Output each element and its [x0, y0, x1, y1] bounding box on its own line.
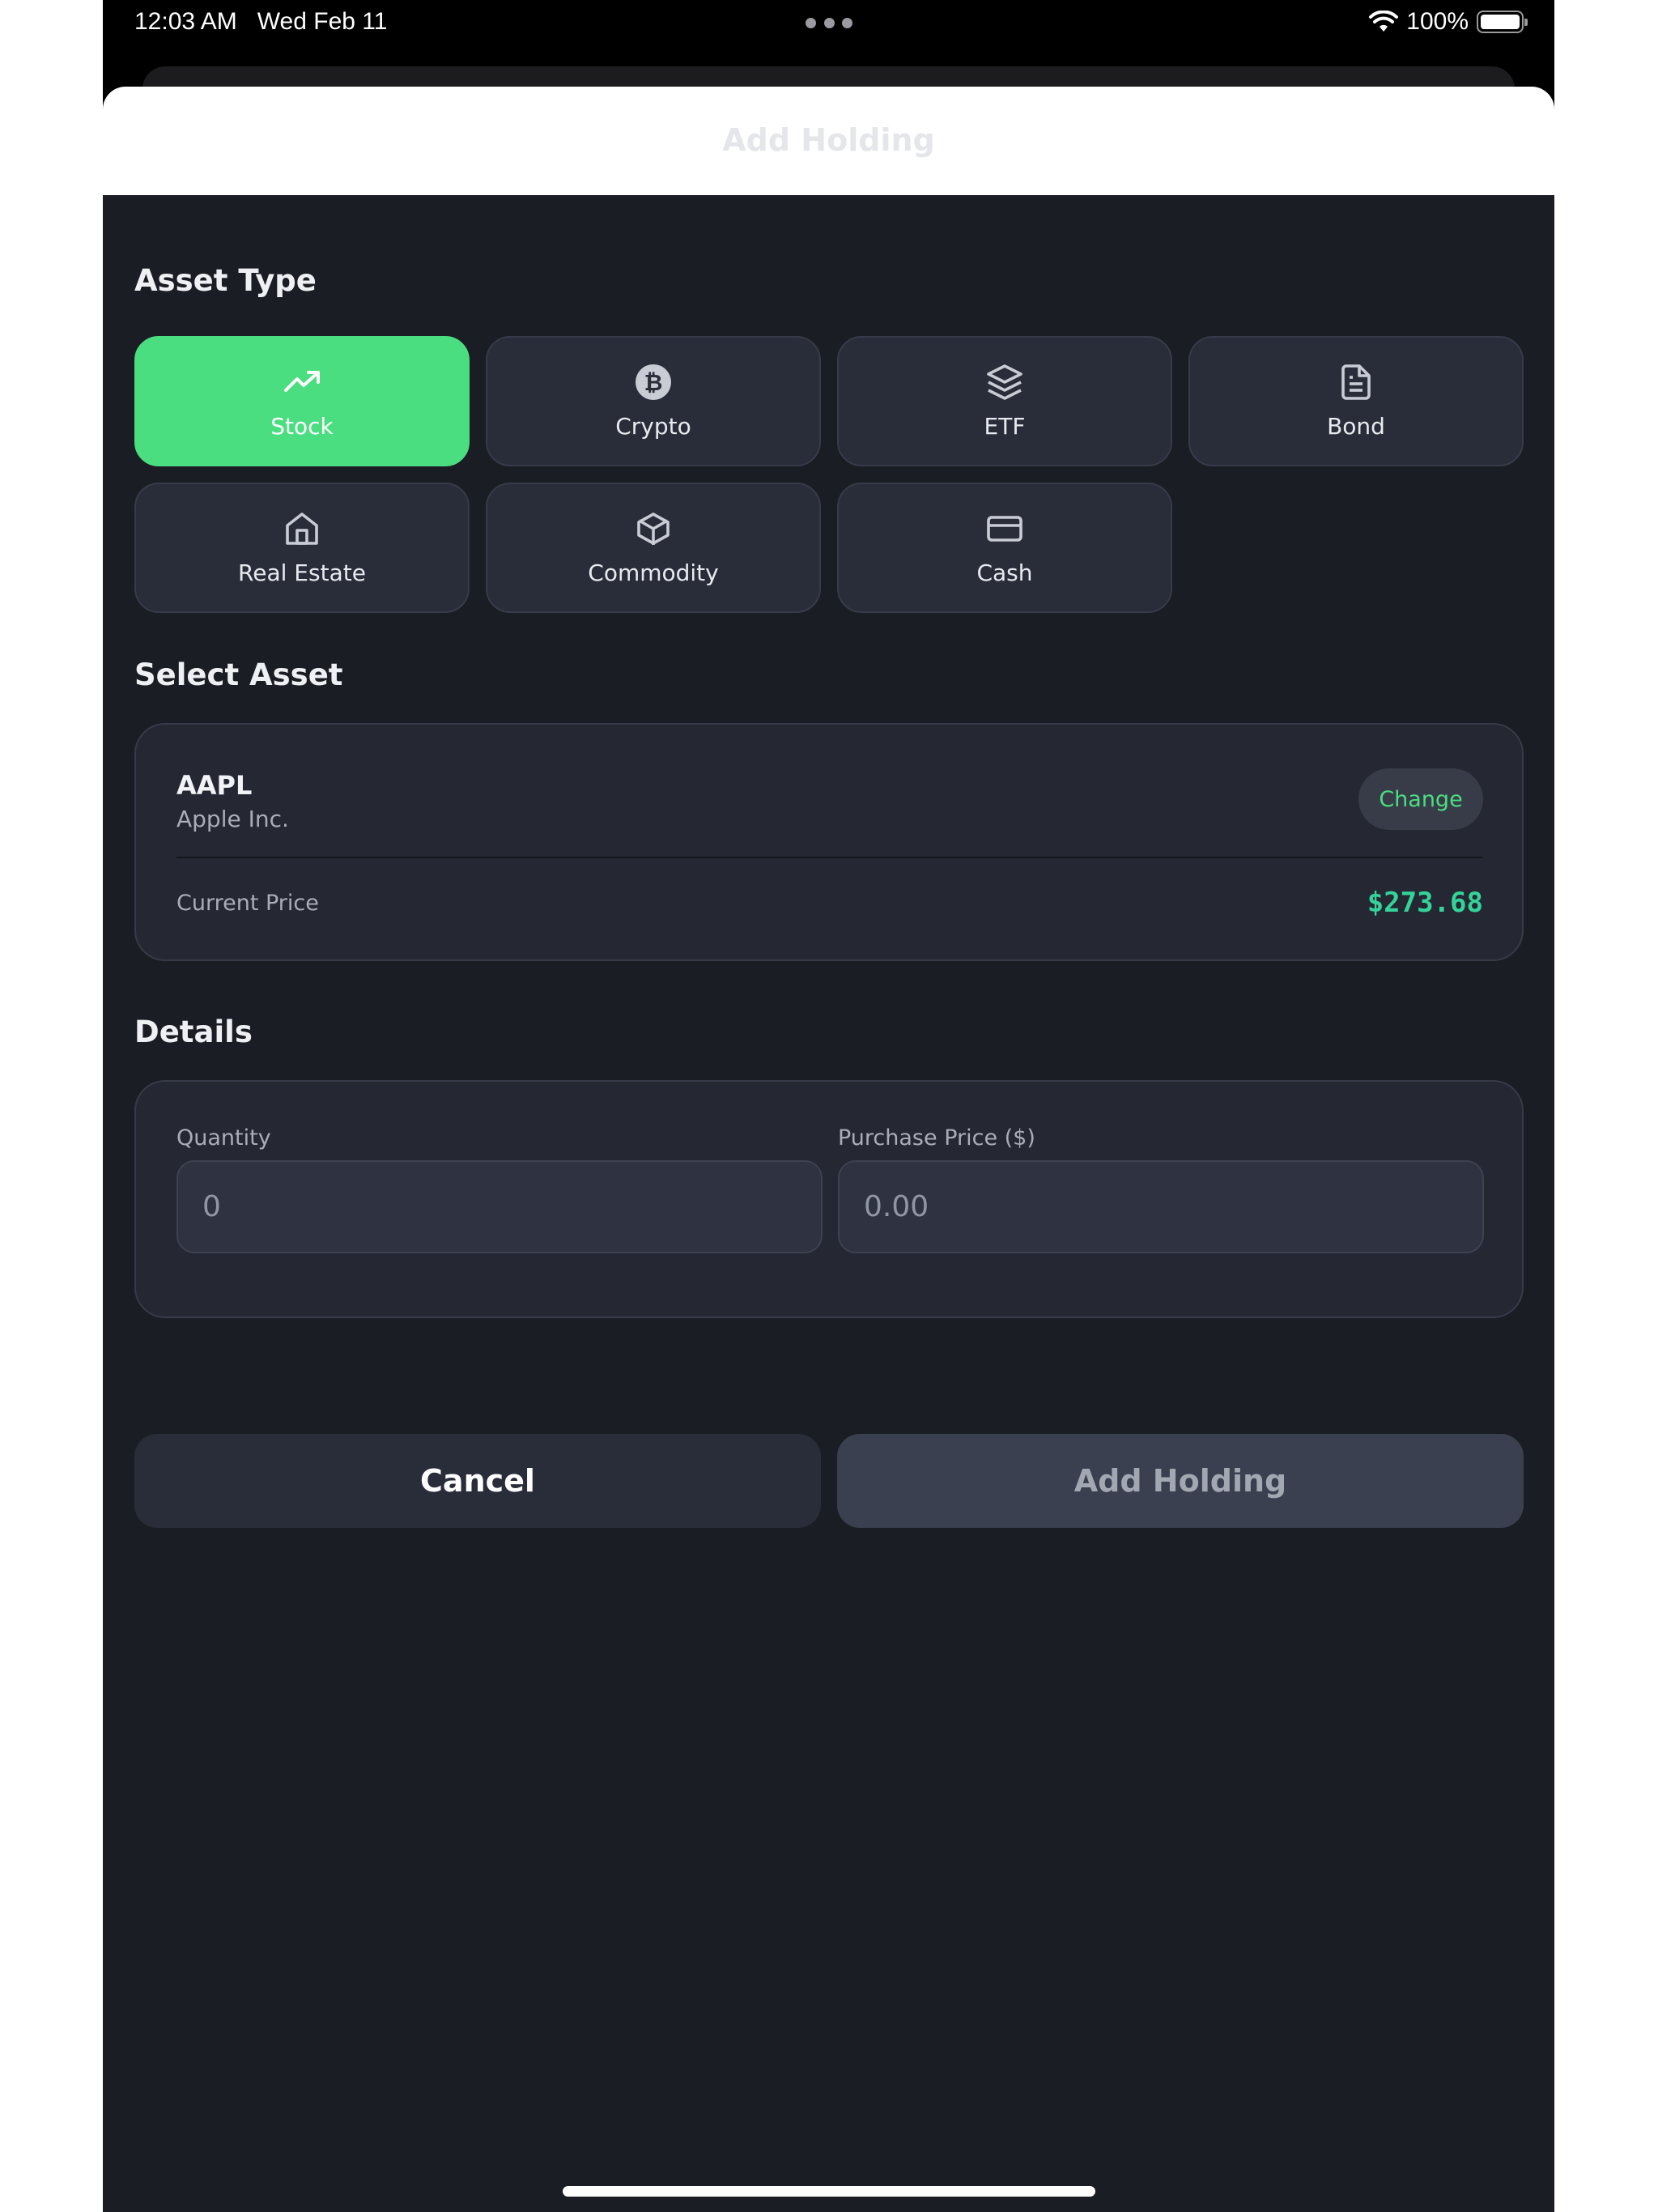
status-date: Wed Feb 11	[257, 8, 388, 35]
purchase-price-label: Purchase Price ($)	[838, 1125, 1035, 1151]
asset-type-label: Bond	[1327, 413, 1385, 440]
bitcoin-icon: ₿	[636, 364, 671, 400]
trending-up-icon	[284, 371, 320, 392]
asset-name: Apple Inc.	[176, 806, 289, 832]
asset-type-label: Cash	[976, 559, 1033, 586]
add-holding-button[interactable]: Add Holding	[837, 1434, 1524, 1528]
selected-asset-card: AAPL Apple Inc. Change Current Price $27…	[134, 723, 1524, 961]
cancel-button[interactable]: Cancel	[134, 1434, 821, 1528]
change-asset-button[interactable]: Change	[1358, 768, 1483, 830]
status-time-date: 12:03 AM Wed Feb 11	[134, 8, 387, 36]
credit-card-icon	[987, 516, 1022, 542]
asset-type-commodity[interactable]: Commodity	[486, 483, 821, 613]
sheet-header: Add Holding	[103, 87, 1554, 195]
layers-icon	[987, 364, 1022, 400]
asset-type-heading: Asset Type	[134, 263, 317, 298]
add-holding-sheet: Add Holding Asset Type Stock ₿ Crypto ET…	[103, 87, 1554, 2212]
asset-type-crypto[interactable]: ₿ Crypto	[486, 336, 821, 466]
quantity-label: Quantity	[176, 1125, 271, 1151]
details-card: Quantity 0 Purchase Price ($) 0.00	[134, 1080, 1524, 1318]
asset-type-cash[interactable]: Cash	[837, 483, 1172, 613]
status-right: 100%	[1369, 8, 1528, 36]
asset-type-stock[interactable]: Stock	[134, 336, 470, 466]
home-indicator[interactable]	[563, 2186, 1095, 2197]
multitasking-dots-icon[interactable]	[806, 18, 852, 29]
asset-type-real-estate[interactable]: Real Estate	[134, 483, 470, 613]
asset-type-label: Stock	[270, 413, 334, 440]
current-price-value: $273.68	[1367, 887, 1483, 919]
asset-type-etf[interactable]: ETF	[837, 336, 1172, 466]
wifi-icon	[1369, 11, 1399, 32]
select-asset-heading: Select Asset	[134, 657, 343, 692]
ipad-screen: 12:03 AM Wed Feb 11 100% Add Holding Ass…	[103, 0, 1554, 2212]
current-price-label: Current Price	[176, 891, 319, 916]
purchase-price-input[interactable]: 0.00	[838, 1160, 1484, 1253]
asset-ticker: AAPL	[176, 770, 253, 801]
asset-type-label: Crypto	[615, 413, 691, 440]
document-icon	[1341, 364, 1371, 400]
home-icon	[286, 513, 318, 545]
status-time: 12:03 AM	[134, 8, 237, 35]
sheet-title: Add Holding	[722, 122, 935, 158]
status-bar: 12:03 AM Wed Feb 11 100%	[103, 0, 1554, 49]
svg-text:₿: ₿	[644, 369, 663, 396]
asset-type-label: Real Estate	[238, 559, 366, 586]
asset-type-bond[interactable]: Bond	[1188, 336, 1524, 466]
asset-type-label: ETF	[984, 413, 1026, 440]
quantity-input[interactable]: 0	[176, 1160, 823, 1253]
battery-percentage: 100%	[1406, 8, 1469, 35]
box-icon	[637, 513, 670, 545]
battery-icon	[1477, 11, 1528, 33]
details-heading: Details	[134, 1015, 253, 1049]
divider	[176, 857, 1483, 858]
asset-type-label: Commodity	[588, 559, 719, 586]
